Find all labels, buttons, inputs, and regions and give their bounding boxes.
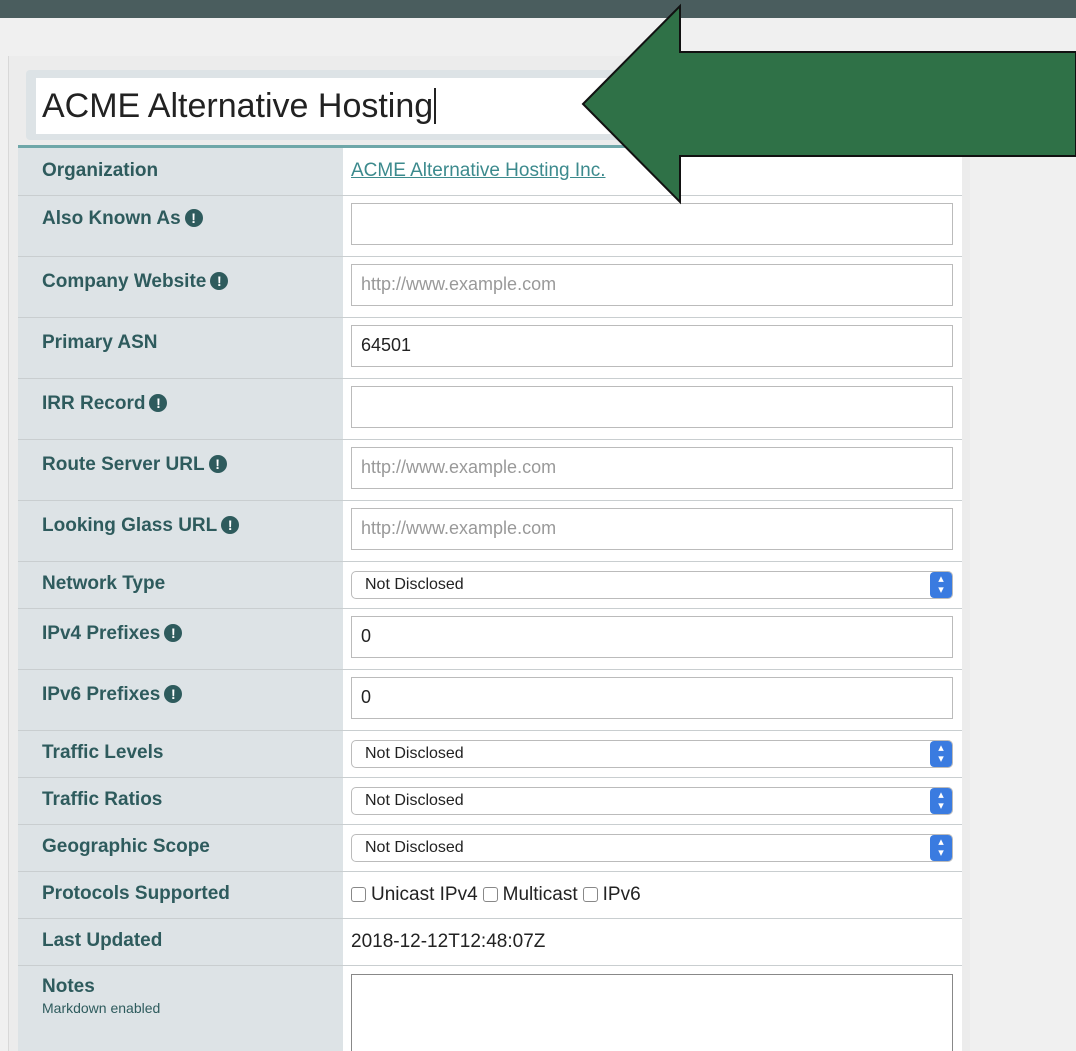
geographic-scope-label: Geographic Scope <box>18 824 343 872</box>
row-ipv4-prefixes: IPv4 Prefixes! 0 <box>18 608 962 670</box>
last-updated-value: 2018-12-12T12:48:07Z <box>351 930 546 952</box>
traffic-ratios-label: Traffic Ratios <box>18 777 343 825</box>
last-updated-label: Last Updated <box>18 918 343 966</box>
row-also-known-as: Also Known As! <box>18 195 962 257</box>
irr-record-field[interactable] <box>351 385 953 428</box>
company-website-label: Company Website! <box>18 256 343 318</box>
traffic-ratios-select[interactable]: Not Disclosed ▴ ▾ <box>351 786 953 815</box>
unicast-ipv4-label: Unicast IPv4 <box>371 883 478 905</box>
info-icon[interactable]: ! <box>164 684 183 703</box>
geographic-scope-value: Not Disclosed <box>365 838 464 856</box>
network-type-label: Network Type <box>18 561 343 609</box>
multicast-checkbox[interactable] <box>482 887 498 902</box>
network-form-table: Organization ACME Alternative Hosting In… <box>18 148 962 1051</box>
traffic-ratios-value: Not Disclosed <box>365 791 464 809</box>
looking-glass-url-field[interactable]: http://www.example.com <box>351 507 953 550</box>
primary-asn-field[interactable]: 64501 <box>351 324 953 367</box>
updown-chevron-icon: ▴ ▾ <box>930 740 952 767</box>
ipv6-checkbox[interactable] <box>582 887 598 902</box>
ipv6-prefixes-field[interactable]: 0 <box>351 676 953 719</box>
updown-chevron-icon: ▴ ▾ <box>930 571 952 598</box>
protocols-checkbox-group: Unicast IPv4 Multicast IPv6 <box>351 884 954 906</box>
notes-label: Notes Markdown enabled <box>18 965 343 1051</box>
traffic-levels-label: Traffic Levels <box>18 730 343 778</box>
info-icon[interactable]: ! <box>221 515 240 534</box>
row-geographic-scope: Geographic Scope Not Disclosed ▴ ▾ <box>18 824 962 872</box>
ipv4-prefixes-label: IPv4 Prefixes! <box>18 608 343 670</box>
primary-asn-label: Primary ASN <box>18 317 343 379</box>
also-known-as-label: Also Known As! <box>18 195 343 257</box>
ipv6-label: IPv6 <box>602 883 641 905</box>
info-icon[interactable]: ! <box>210 271 229 290</box>
irr-record-label: IRR Record! <box>18 378 343 440</box>
info-icon[interactable]: ! <box>149 393 168 412</box>
unicast-ipv4-checkbox[interactable] <box>351 887 366 902</box>
top-bar <box>0 0 1076 18</box>
traffic-levels-select[interactable]: Not Disclosed ▴ ▾ <box>351 739 953 768</box>
notes-sublabel: Markdown enabled <box>42 999 161 1016</box>
multicast-label: Multicast <box>502 883 578 905</box>
row-traffic-ratios: Traffic Ratios Not Disclosed ▴ ▾ <box>18 777 962 825</box>
row-primary-asn: Primary ASN 64501 <box>18 317 962 379</box>
notes-textarea[interactable] <box>351 973 953 1051</box>
updown-chevron-icon: ▴ ▾ <box>930 834 952 861</box>
row-irr-record: IRR Record! <box>18 378 962 440</box>
looking-glass-url-label: Looking Glass URL! <box>18 500 343 562</box>
row-organization: Organization ACME Alternative Hosting In… <box>18 148 962 196</box>
row-notes: Notes Markdown enabled <box>18 965 962 1051</box>
route-server-url-label: Route Server URL! <box>18 439 343 501</box>
ipv6-prefixes-label: IPv6 Prefixes! <box>18 669 343 731</box>
organization-link[interactable]: ACME Alternative Hosting Inc. <box>351 160 954 182</box>
text-caret <box>434 88 437 124</box>
row-looking-glass-url: Looking Glass URL! http://www.example.co… <box>18 500 962 562</box>
company-website-field[interactable]: http://www.example.com <box>351 263 953 306</box>
row-protocols-supported: Protocols Supported Unicast IPv4 Multica… <box>18 871 962 919</box>
row-ipv6-prefixes: IPv6 Prefixes! 0 <box>18 669 962 731</box>
network-name-input[interactable]: ACME Alternative Hosting <box>36 78 676 134</box>
row-traffic-levels: Traffic Levels Not Disclosed ▴ ▾ <box>18 730 962 778</box>
row-last-updated: Last Updated 2018-12-12T12:48:07Z <box>18 918 962 966</box>
row-company-website: Company Website! http://www.example.com <box>18 256 962 318</box>
geographic-scope-select[interactable]: Not Disclosed ▴ ▾ <box>351 833 953 862</box>
protocols-supported-label: Protocols Supported <box>18 871 343 919</box>
also-known-as-field[interactable] <box>351 202 953 245</box>
row-route-server-url: Route Server URL! http://www.example.com <box>18 439 962 501</box>
info-icon[interactable]: ! <box>164 623 183 642</box>
route-server-url-field[interactable]: http://www.example.com <box>351 446 953 489</box>
network-type-select[interactable]: Not Disclosed ▴ ▾ <box>351 570 953 599</box>
traffic-levels-value: Not Disclosed <box>365 744 464 762</box>
info-icon[interactable]: ! <box>184 208 203 227</box>
info-icon[interactable]: ! <box>208 454 227 473</box>
ipv4-prefixes-field[interactable]: 0 <box>351 615 953 658</box>
network-type-value: Not Disclosed <box>365 575 464 593</box>
row-network-type: Network Type Not Disclosed ▴ ▾ <box>18 561 962 609</box>
organization-label: Organization <box>18 148 343 196</box>
network-name-text: ACME Alternative Hosting <box>42 86 434 125</box>
updown-chevron-icon: ▴ ▾ <box>930 787 952 814</box>
